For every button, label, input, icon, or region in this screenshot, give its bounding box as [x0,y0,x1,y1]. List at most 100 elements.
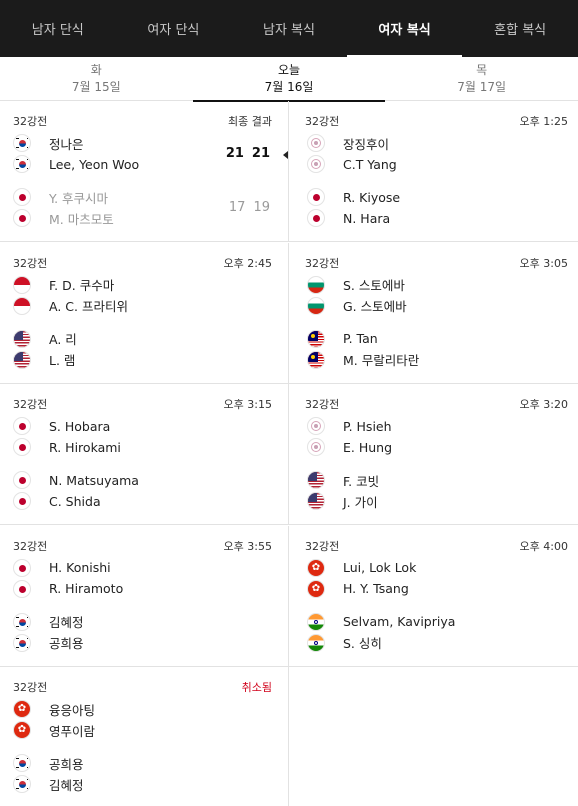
tab-mixed-doubles[interactable]: 혼합 복식 [462,0,578,57]
player-name: R. Kiyose [343,189,401,205]
player-name: 공희용 [49,636,84,651]
date-tab-next[interactable]: 목 7월 17일 [385,57,578,101]
date-label: 7월 15일 [71,80,121,94]
player-name: Lee, Yeon Woo [49,156,140,172]
player-row: L. 램 [13,350,75,370]
set-score: 21 [251,146,270,161]
match-card[interactable]: 32강전 오후 4:00 Lui, Lok Lok H. Y. Tsang Selvam… [289,526,578,667]
match-status: 오후 3:05 [519,256,568,270]
player-row: S. 싱히 [307,633,382,653]
flag-kr-icon [13,775,31,793]
round-label: 32강전 [305,256,340,270]
set-score: 19 [253,200,270,215]
player-row: F. 코빗 [307,470,379,490]
flag-kr-icon [13,134,31,152]
tab-mens-doubles[interactable]: 남자 복식 [231,0,347,57]
date-tab-today[interactable]: 오늘 7월 16일 [192,57,386,102]
player-row: P. Hsieh [307,416,392,436]
tab-womens-doubles[interactable]: 여자 복식 [346,0,463,57]
player-row: S. 스토에바 [307,275,405,295]
player-name: C. Shida [49,493,101,509]
tab-mens-singles[interactable]: 남자 단식 [0,0,116,57]
player-name: C.T Yang [343,156,397,172]
date-tab-prev[interactable]: 화 7월 15일 [0,57,193,101]
player-row: S. Hobara [13,416,110,436]
match-card[interactable]: 32강전 오후 2:45 F. D. 쿠수마 A. C. 프라티위 A. 리 L. 램 [0,242,289,384]
player-name: A. 리 [49,332,77,347]
date-label: 7월 16일 [264,80,314,94]
player-name: R. Hiramoto [49,581,124,596]
match-card[interactable]: 32강전 오후 3:55 H. Konishi R. Hiramoto 김혜정공희용 [0,525,289,667]
player-name: P. Hsieh [343,418,392,434]
player-row: 김혜정 [13,612,84,632]
flag-jp-icon [13,558,31,577]
player-name: J. 가이 [343,494,378,510]
player-row: F. D. 쿠수마 [13,275,114,295]
player-name: 김혜정 [49,777,84,793]
flag-tpe-icon [307,438,325,456]
player-name: S. Hobara [49,418,111,434]
round-label: 32강전 [13,539,48,553]
player-name: S. 싱히 [343,636,382,651]
tab-label: 여자 복식 [378,23,431,38]
match-status: 오후 1:25 [519,115,568,128]
player-name: L. 램 [49,353,76,368]
flag-jp-icon [13,188,31,206]
match-card[interactable]: 32강전 오후 3:05 S. 스토에바 G. 스토에바 P. Tan M. 무랄리타란 [289,243,578,384]
player-row: Lui, Lok Lok [307,558,416,578]
player-name: 김혜정 [49,615,84,630]
flag-us-icon [13,350,31,369]
player-name: A. C. 프라티위 [49,299,128,314]
player-name: H. Y. Tsang [343,581,409,596]
match-status: 최종 결과 [228,115,272,128]
flag-id-icon [13,275,31,294]
round-label: 32강전 [13,398,48,411]
match-status: 오후 3:55 [223,539,272,553]
match-card[interactable]: 32강전 최종 결과 정나은 Lee, Yeon Woo 21 21 Y. 후쿠시마 M. 마… [0,101,289,242]
player-name: N. Hara [343,210,391,226]
flag-in-icon [307,612,325,631]
round-label: 32강전 [13,681,48,694]
player-row: 융응아팅 [13,699,95,719]
player-name: 영푸이람 [49,723,96,739]
player-row: 공희용 [13,753,84,773]
player-name: F. D. 쿠수마 [49,278,115,293]
match-card[interactable]: 32강전 오후 3:15 S. Hobara R. Hirokami N. Matsuy… [0,384,289,525]
match-card[interactable]: 32강전 취소됨융응아팅영푸이람공희용김혜정 [0,667,289,806]
player-name: H. Konishi [49,560,111,575]
flag-us-icon [307,471,325,489]
flag-hk-icon [307,558,325,577]
player-row: N. Hara [307,208,390,228]
cancelled-status: 취소됨 [241,681,272,694]
flag-tpe-icon [307,155,325,173]
flag-jp-icon [307,209,325,227]
player-row: Selvam, Kavipriya [307,612,455,632]
tab-label: 남자 단식 [31,23,84,38]
set-score: 21 [225,146,244,161]
winner-marker-icon [283,151,288,159]
player-name: P. Tan [343,331,378,346]
flag-kr-icon [13,754,31,772]
match-card[interactable]: 32강전 오후 3:20 P. Hsieh E. Hung F. 코빗 J. 가이 [289,384,578,525]
player-name: 정나은 [49,136,84,152]
tab-womens-singles[interactable]: 여자 단식 [116,0,232,57]
player-name: M. 무랄리타란 [343,353,420,368]
player-name: M. 마츠모토 [49,211,114,227]
tab-label: 혼합 복식 [494,23,547,38]
flag-jp-icon [13,438,31,456]
flag-hk-icon [307,579,325,598]
player-row: M. 마츠모토 [13,208,114,228]
match-status: 오후 2:45 [223,256,272,270]
player-row: G. 스토에바 [307,296,407,316]
player-row: H. Konishi [13,558,111,578]
flag-jp-icon [13,209,31,227]
flag-kr-icon [13,633,31,652]
player-row: 영푸이람 [13,720,95,740]
round-label: 32강전 [13,115,48,128]
flag-kr-icon [13,612,31,631]
player-row: R. Hirokami [13,437,121,457]
flag-bg-icon [307,296,325,315]
player-name: 장징후이 [343,136,390,152]
match-card[interactable]: 32강전 오후 1:25 장징후이 C.T Yang R. Kiyose N. Hara [289,101,578,242]
player-row: 공희용 [13,633,84,653]
